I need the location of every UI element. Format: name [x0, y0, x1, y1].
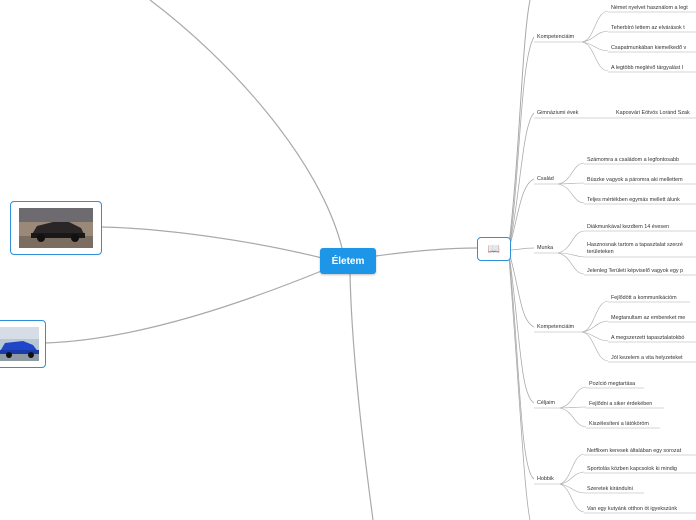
list-item[interactable]: Szeretek kirándulni: [587, 486, 633, 492]
root-node-label: Életem: [331, 255, 365, 267]
list-item[interactable]: Van egy kutyánk otthon öt igyekszünk: [587, 506, 677, 512]
car-image-blue-suv[interactable]: [0, 320, 46, 368]
list-item[interactable]: A legtöbb meglévő tárgyalást I: [611, 65, 683, 71]
blue-suv-photo: [0, 327, 39, 361]
list-item[interactable]: A megszerzett tapasztalatokbó: [611, 335, 684, 341]
list-item-continuation[interactable]: területeken: [587, 249, 614, 255]
list-item[interactable]: Jól kezelem a vita helyzeteket: [611, 355, 683, 361]
list-item[interactable]: Csapatmunkában kiemelkedő v: [611, 45, 686, 51]
category-gimnaziumi-evek[interactable]: Gimnáziumi évek: [537, 110, 578, 116]
list-item[interactable]: Kaposvári Eötvös Loránd Szak: [616, 110, 690, 116]
car-image-dark-suv[interactable]: [10, 201, 102, 255]
category-hobbik[interactable]: Hobbik: [537, 476, 554, 482]
list-item[interactable]: Netflixen keresek általában egy sorozat: [587, 448, 681, 454]
list-item[interactable]: Német nyelvet használom a legt: [611, 5, 688, 11]
list-item[interactable]: Teherbíró lettem az elvárások t: [611, 25, 685, 31]
category-kompetenciaim-1[interactable]: Kompetenciáim: [537, 34, 574, 40]
list-item[interactable]: Teljes mértékben egymás mellett álunk: [587, 197, 680, 203]
book-icon: 📖: [487, 243, 501, 255]
category-munka[interactable]: Munka: [537, 245, 553, 251]
list-item[interactable]: Kiszélesíteni a látóköröm: [589, 421, 649, 427]
category-celjaim[interactable]: Céljaim: [537, 400, 555, 406]
category-csalad[interactable]: Család: [537, 176, 554, 182]
list-item[interactable]: Diákmunkával kezdtem 14 évesen: [587, 224, 669, 230]
list-item[interactable]: Hasznosnak tartom a tapasztalat szerzé: [587, 242, 683, 248]
list-item[interactable]: Jelenleg Területi képviselő vagyok egy p: [587, 268, 683, 274]
list-item[interactable]: Fejlődött a kommunikációm: [611, 295, 677, 301]
list-item[interactable]: Sportolás közben kapcsolok ki mindig: [587, 466, 677, 472]
book-node[interactable]: 📖: [477, 237, 511, 261]
list-item[interactable]: Számomra a családom a legfontosabb: [587, 157, 679, 163]
dark-suv-photo: [19, 208, 93, 248]
list-item[interactable]: Fejlődni a siker érdekében: [589, 401, 652, 407]
root-node[interactable]: Életem: [320, 248, 376, 274]
list-item[interactable]: Megtanultam az embereket me: [611, 315, 685, 321]
list-item[interactable]: Büszke vagyok a páromra aki mellettem: [587, 177, 683, 183]
category-kompetenciaim-2[interactable]: Kompetenciáim: [537, 324, 574, 330]
list-item[interactable]: Pozíció megtartása: [589, 381, 635, 387]
